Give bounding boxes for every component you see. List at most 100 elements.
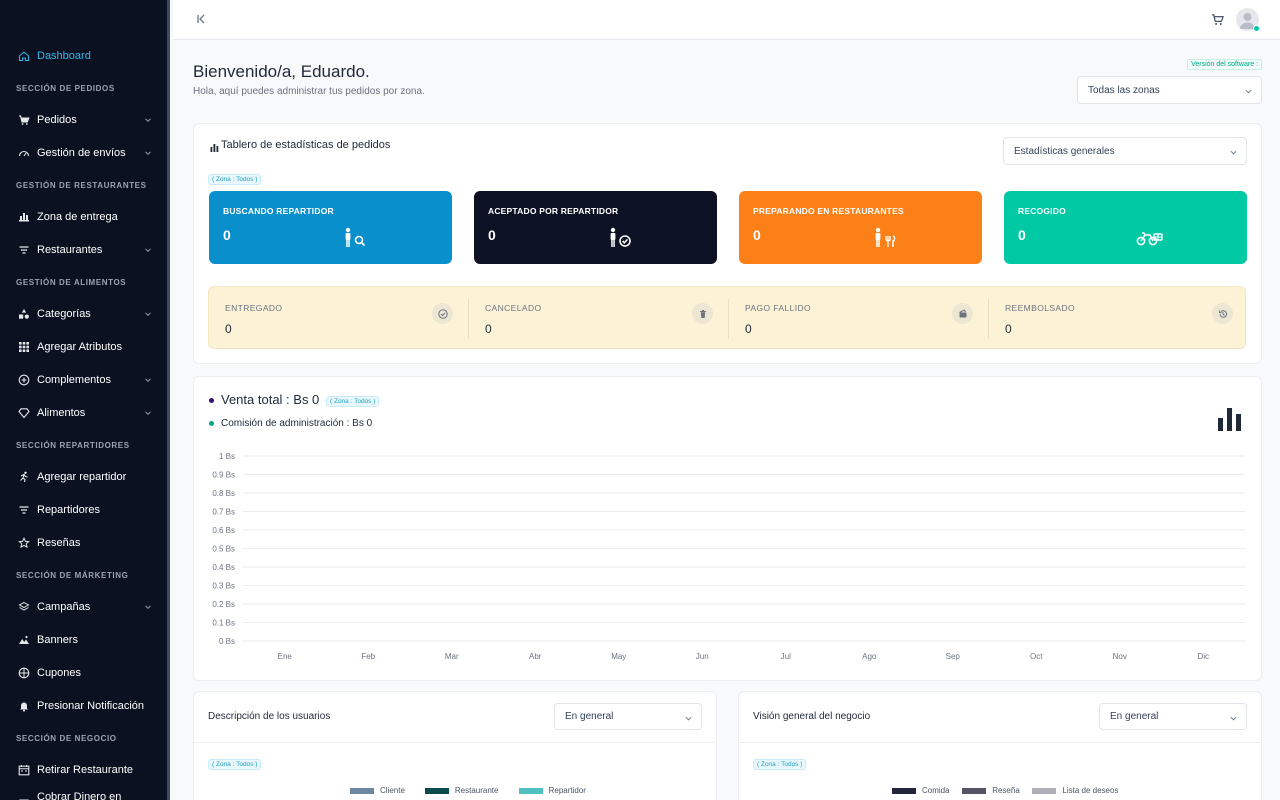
sidebar-item-label: Alimentos (37, 407, 86, 419)
sidebar-item-label: Complementos (37, 374, 111, 386)
legend-label: Comida (922, 786, 950, 795)
sub-status-reembolsado[interactable]: REEMBOLSADO 0 (989, 287, 1249, 350)
sidebar-item-zona-de-entrega[interactable]: Zona de entrega (18, 208, 152, 226)
commission-dot (209, 421, 214, 426)
y-tick-label: 0.9 Bs (212, 471, 235, 480)
sidebar-item-gestión-de-envíos[interactable]: Gestión de envíos (18, 144, 152, 162)
filter-list-icon (18, 504, 30, 516)
filter-list-icon (18, 244, 30, 256)
status-card-label: ACEPTADO POR REPARTIDOR (488, 206, 619, 216)
chevron-down-icon (144, 115, 152, 123)
users-period-select[interactable]: En general (554, 703, 702, 730)
speedometer-icon (18, 147, 30, 159)
welcome-subtitle: Hola, aquí puedes administrar tus pedido… (193, 86, 425, 97)
sidebar-item-label: Agregar repartidor (37, 471, 127, 483)
sidebar-item-agregar-repartidor[interactable]: Agregar repartidor (18, 468, 152, 486)
bar-chart-icon (210, 141, 219, 152)
person-cutlery-icon (871, 227, 901, 249)
sidebar-item-repartidores[interactable]: Repartidores (18, 501, 152, 519)
x-tick-label: Dic (1197, 652, 1209, 661)
zone-select-value: Todas las zonas (1088, 84, 1160, 96)
status-card-count: 0 (223, 227, 231, 243)
legend-label: Reseña (992, 786, 1020, 795)
sidebar-item-label: Campañas (37, 601, 91, 613)
zone-select[interactable]: Todas las zonas (1077, 76, 1262, 104)
sidebar-item-retirar-restaurante[interactable]: Retirar Restaurante (18, 761, 152, 779)
divider (738, 742, 1262, 743)
business-period-select[interactable]: En general (1099, 703, 1247, 730)
sidebar-section-title: SECCIÓN DE NEGOCIO (16, 734, 117, 743)
person-search-icon (341, 227, 371, 249)
collapse-sidebar-icon[interactable] (195, 13, 207, 25)
welcome-title: Bienvenido/a, Eduardo. (193, 62, 370, 81)
sub-status-pago-fallido[interactable]: PAGO FALLIDO 0 (729, 287, 989, 350)
plus-circle-icon (18, 374, 30, 386)
sidebar-item-complementos[interactable]: Complementos (18, 371, 152, 389)
chevron-down-icon (144, 148, 152, 156)
cart-icon[interactable] (1211, 13, 1224, 26)
order-stats-title: Tablero de estadísticas de pedidos (221, 139, 391, 151)
person-check-icon (606, 227, 636, 249)
stats-type-select[interactable]: Estadísticas generales (1003, 137, 1247, 165)
sub-status-entregado[interactable]: ENTREGADO 0 (209, 287, 469, 350)
sidebar-item-categorías[interactable]: Categorías (18, 305, 152, 323)
business-period-select-value: En general (1110, 711, 1159, 722)
gift-icon (18, 667, 30, 679)
sidebar-item-agregar-atributos[interactable]: Agregar Atributos (18, 338, 152, 356)
status-card-count: 0 (753, 227, 761, 243)
x-tick-label: May (611, 652, 626, 661)
sidebar-item-restaurantes[interactable]: Restaurantes (18, 241, 152, 259)
x-tick-label: Nov (1113, 652, 1127, 661)
zone-badge: ( Zona : Todos ) (326, 396, 380, 407)
home-icon (18, 50, 30, 62)
chevron-down-icon (144, 602, 152, 610)
x-tick-label: Feb (361, 652, 375, 661)
check-circle-icon (432, 303, 453, 324)
x-tick-label: Jul (781, 652, 791, 661)
chevron-down-icon (144, 309, 152, 317)
x-tick-label: Mar (445, 652, 459, 661)
status-card-recogido[interactable]: RECOGIDO 0 (1004, 191, 1247, 264)
sidebar-item-label: Pedidos (37, 114, 77, 126)
legend-label: Lista de deseos (1062, 786, 1119, 795)
sub-status-cancelado[interactable]: CANCELADO 0 (469, 287, 729, 350)
sidebar-section-title: SECCIÓN DE PEDIDOS (16, 84, 115, 93)
sidebar-item-label: Presionar Notificación (37, 700, 144, 712)
zone-badge: ( Zona : Todos ) (753, 759, 807, 770)
sidebar-item-label: Repartidores (37, 504, 100, 516)
x-tick-label: Ene (278, 652, 293, 661)
legend-label: Repartidor (548, 786, 586, 795)
sidebar-section-title: SECCIÓN REPARTIDORES (16, 441, 130, 450)
sidebar-item-reseñas[interactable]: Reseñas (18, 534, 152, 552)
sidebar-item-label: Reseñas (37, 537, 81, 549)
commission-label: Comisión de administración : Bs 0 (221, 418, 373, 429)
status-card-preparando-en-restaurantes[interactable]: PREPARANDO EN RESTAURANTES 0 (739, 191, 982, 264)
bar-chart-icon (1218, 408, 1242, 431)
sidebar-item-cobrar-dinero-en-efectivo[interactable]: Cobrar Dinero en efectivo (18, 791, 152, 800)
sub-status-count: 0 (225, 322, 232, 336)
diamond-icon (18, 407, 30, 419)
sidebar: Dashboard SECCIÓN DE PEDIDOS Pedidos Gestió… (0, 0, 170, 800)
status-card-buscando-repartidor[interactable]: BUSCANDO REPARTIDOR 0 (209, 191, 452, 264)
software-version-badge: Versión del software : (1187, 59, 1262, 70)
y-tick-label: 0.1 Bs (212, 619, 235, 628)
users-overview-title: Descripción de los usuarios (208, 711, 331, 722)
sidebar-item-presionar-notificación[interactable]: Presionar Notificación (18, 697, 152, 715)
topbar (173, 0, 1280, 40)
legend-swatch (350, 788, 374, 794)
legend-label: Restaurante (454, 786, 499, 795)
cart-icon (18, 114, 30, 126)
status-card-count: 0 (1018, 227, 1026, 243)
sidebar-item-alimentos[interactable]: Alimentos (18, 404, 152, 422)
chevron-down-icon (144, 408, 152, 416)
sidebar-item-cupones[interactable]: Cupones (18, 664, 152, 682)
status-card-aceptado-por-repartidor[interactable]: ACEPTADO POR REPARTIDOR 0 (474, 191, 717, 264)
sidebar-section-title: GESTIÓN DE ALIMENTOS (16, 278, 127, 287)
zone-badge: ( Zona : Todos ) (208, 759, 262, 770)
sidebar-item-banners[interactable]: Banners (18, 631, 152, 649)
sidebar-item-pedidos[interactable]: Pedidos (18, 111, 152, 129)
sidebar-item-campañas[interactable]: Campañas (18, 598, 152, 616)
chevron-down-icon (685, 714, 692, 721)
sidebar-item-dashboard[interactable]: Dashboard (18, 47, 152, 65)
bike-icon (1136, 227, 1166, 249)
